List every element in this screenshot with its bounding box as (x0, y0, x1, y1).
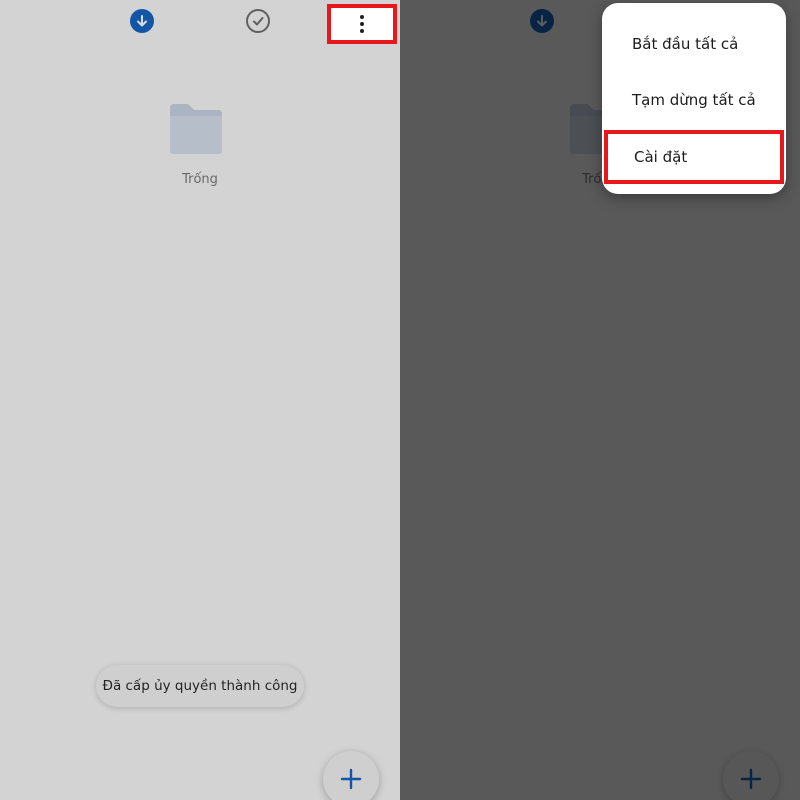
menu-item-label: Bắt đầu tất cả (632, 35, 739, 53)
menu-item-pause-all[interactable]: Tạm dừng tất cả (602, 71, 786, 129)
empty-label: Trống (182, 172, 218, 187)
menu-item-label: Cài đặt (634, 148, 688, 166)
left-screen: Trống Đã cấp ủy quyền thành công (0, 0, 400, 800)
plus-icon (740, 768, 762, 790)
check-circle-icon[interactable] (246, 9, 270, 33)
add-button[interactable] (323, 751, 379, 800)
download-circle-icon[interactable] (530, 9, 554, 33)
download-circle-icon[interactable] (130, 9, 154, 33)
menu-item-start-all[interactable]: Bắt đầu tất cả (602, 15, 786, 73)
plus-icon (340, 768, 362, 790)
menu-item-label: Tạm dừng tất cả (632, 91, 756, 109)
toast-message: Đã cấp ủy quyền thành công (96, 665, 304, 707)
menu-item-settings[interactable]: Cài đặt (604, 130, 784, 184)
more-vert-icon (360, 15, 364, 33)
add-button[interactable] (723, 751, 779, 800)
folder-icon (168, 104, 224, 154)
more-options-button[interactable] (327, 4, 397, 44)
overflow-menu: Bắt đầu tất cả Tạm dừng tất cả Cài đặt (602, 3, 786, 194)
